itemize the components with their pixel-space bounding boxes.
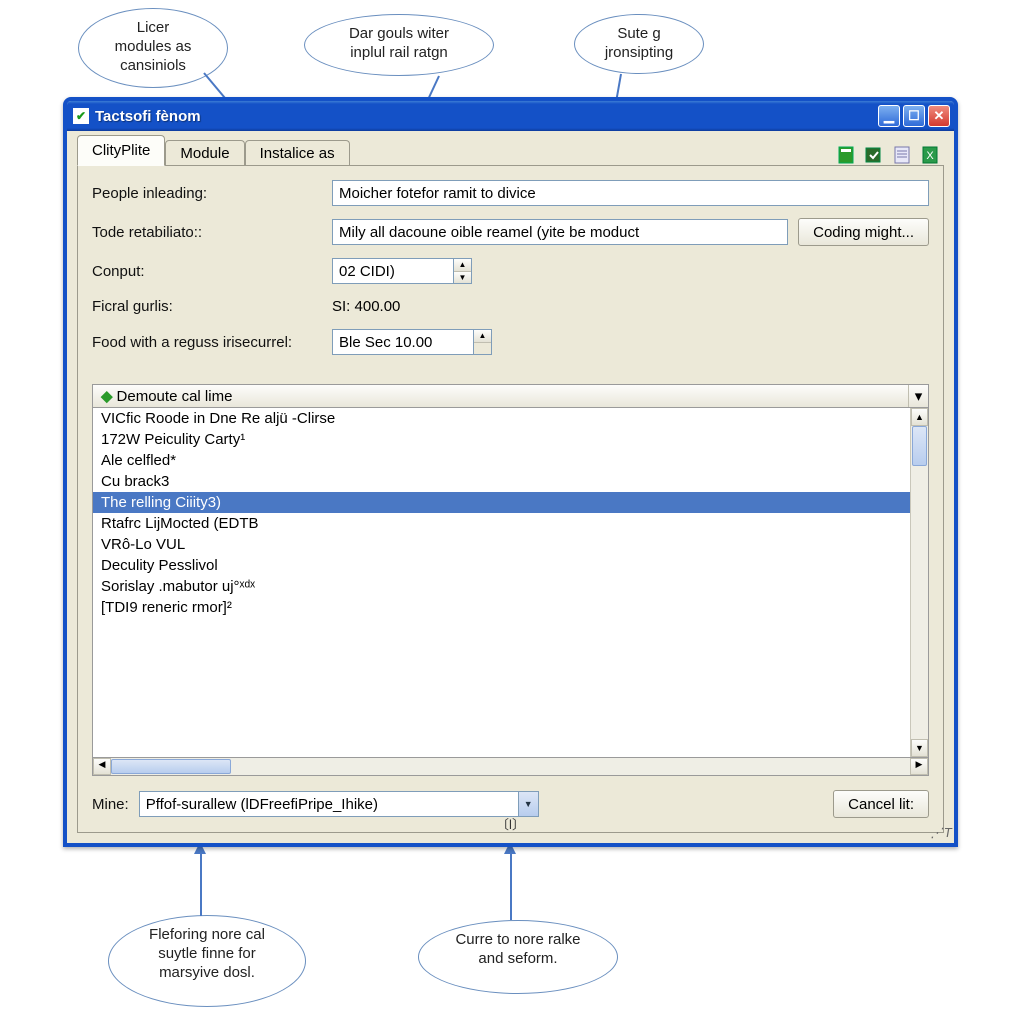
svg-text:X: X (926, 150, 934, 162)
list-item[interactable]: VRô-Lo VUL (93, 534, 928, 555)
spin-up-icon[interactable]: ▲ (474, 330, 491, 343)
list-item[interactable]: Deculity Pesslivol (93, 555, 928, 576)
list-header-icon: ◆ (101, 387, 113, 405)
scroll-thumb[interactable] (912, 426, 927, 466)
toolbar-icon-4[interactable]: X (920, 145, 940, 165)
list-item[interactable]: Cu brack3 (93, 471, 928, 492)
vertical-scrollbar[interactable]: ▲ ▼ (910, 408, 928, 757)
horizontal-scrollbar[interactable]: ◀ ▶ (92, 758, 929, 776)
label-conput: Conput: (92, 263, 322, 280)
callout-top-right: Sute gjronsipting (574, 14, 704, 74)
cancel-button[interactable]: Cancel lit: (833, 790, 929, 818)
callout-top-mid: Dar gouls witerinplul rail ratgn (304, 14, 494, 76)
callout-bot-left: Fleforing nore calsuytle finne formarsyi… (108, 915, 306, 1007)
tab-clityplite[interactable]: ClityPlite (77, 135, 165, 166)
list-item[interactable]: Sorislay .mabutor uj°ˣᵈˣ (93, 576, 928, 597)
spin-up-icon[interactable]: ▲ (454, 259, 471, 272)
ficral-value: SI: 400.00 (332, 296, 788, 317)
resize-grip-icon[interactable]: ⋰T (930, 825, 954, 841)
list-item[interactable]: The relling Ciiity3) (93, 492, 928, 513)
tab-row: ClityPlite Module Instalice as X (77, 137, 944, 165)
chevron-down-icon[interactable]: ▼ (518, 792, 538, 816)
callout-arrow (510, 850, 512, 920)
coding-might-button[interactable]: Coding might... (798, 218, 929, 246)
window-title: Tactsofi fènom (95, 108, 878, 125)
list-area: ◆Demoute cal lime ▾ VICfic Roode in Dne … (92, 384, 929, 776)
people-input[interactable] (332, 180, 929, 206)
main-panel: People inleading: Tode retabiliato:: Cod… (77, 165, 944, 833)
toolbar-icon-3[interactable] (892, 145, 912, 165)
spin-down-icon[interactable]: ▼ (454, 272, 471, 284)
maximize-button[interactable]: ☐ (903, 105, 925, 127)
label-tode: Tode retabiliato:: (92, 224, 322, 241)
tab-module[interactable]: Module (165, 140, 244, 166)
list-header-label: Demoute cal lime (117, 388, 233, 405)
list-item[interactable]: 172W Peiculity Carty¹ (93, 429, 928, 450)
close-button[interactable]: ✕ (928, 105, 950, 127)
label-people: People inleading: (92, 185, 322, 202)
list-item[interactable]: Rtafrc LijMocted (EDTB (93, 513, 928, 534)
callout-arrow (200, 850, 202, 916)
dialog-window: ✔ Tactsofi fènom ▁ ☐ ✕ ClityPlite Module… (63, 97, 958, 847)
scroll-left-icon[interactable]: ◀ (93, 758, 111, 775)
minimize-button[interactable]: ▁ (878, 105, 900, 127)
scroll-right-icon[interactable]: ▶ (910, 758, 928, 775)
tab-instalice[interactable]: Instalice as (245, 140, 350, 166)
list-body[interactable]: VICfic Roode in Dne Re aljü -Clirse172W … (92, 408, 929, 758)
list-item[interactable]: Ale celfled* (93, 450, 928, 471)
food-spinner[interactable] (332, 329, 474, 355)
scroll-down-icon[interactable]: ▼ (911, 739, 928, 757)
spinner-buttons[interactable]: ▲▼ (454, 258, 472, 284)
resize-handle-icon[interactable]: 〔l〕 (496, 814, 525, 833)
list-item[interactable]: [TDI9 reneric rmor]² (93, 597, 928, 618)
toolbar-icon-1[interactable] (836, 145, 856, 165)
list-item[interactable]: VICfic Roode in Dne Re aljü -Clirse (93, 408, 928, 429)
mine-combo[interactable] (139, 791, 539, 817)
tode-input[interactable] (332, 219, 788, 245)
app-icon: ✔ (73, 108, 89, 124)
callout-bot-right: Curre to nore ralkeand seform. (418, 920, 618, 994)
scroll-thumb[interactable] (111, 759, 231, 774)
label-ficral: Ficral gurlis: (92, 298, 322, 315)
list-header-dropdown[interactable]: ▾ (908, 385, 928, 407)
toolbar-icon-2[interactable] (864, 145, 884, 165)
scroll-up-icon[interactable]: ▲ (911, 408, 928, 426)
label-food: Food with a reguss irisecurrel: (92, 334, 322, 351)
spinner-buttons[interactable]: ▲▼ (474, 329, 492, 355)
label-mine: Mine: (92, 796, 129, 813)
list-header[interactable]: ◆Demoute cal lime ▾ (92, 384, 929, 408)
conput-spinner[interactable] (332, 258, 454, 284)
titlebar[interactable]: ✔ Tactsofi fènom ▁ ☐ ✕ (67, 101, 954, 131)
